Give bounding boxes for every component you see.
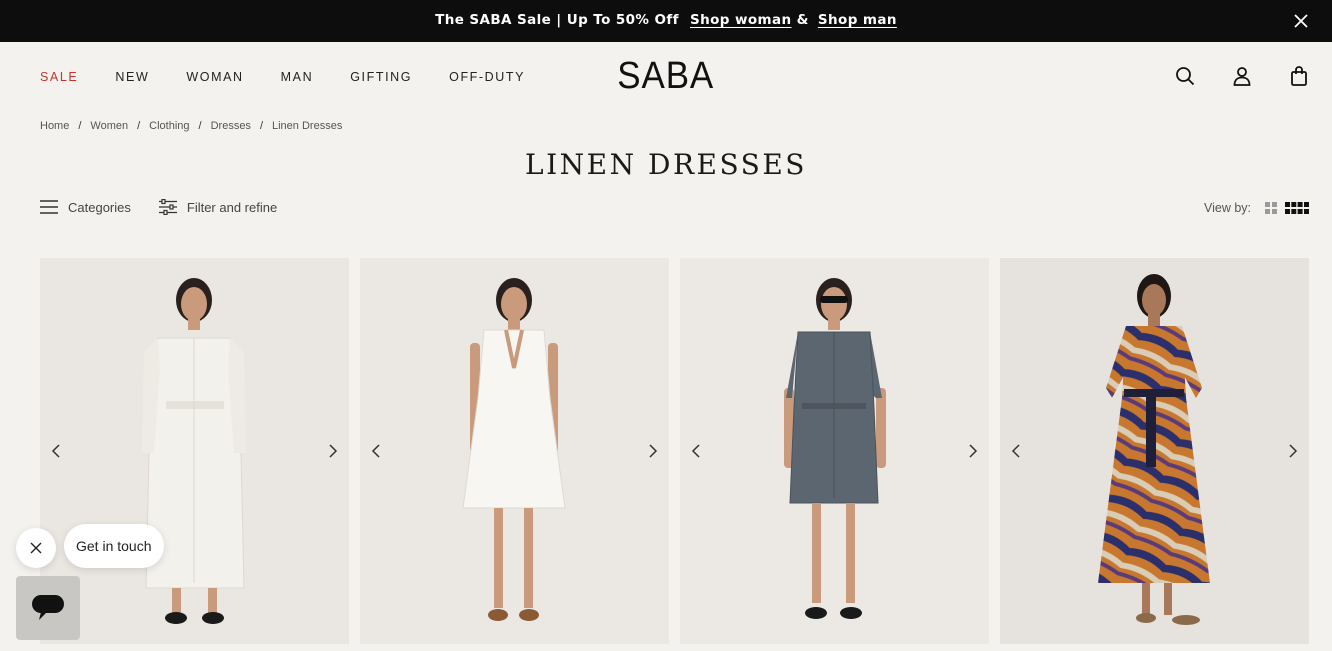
product-card[interactable] <box>1000 258 1309 644</box>
announcement-message: The SABA Sale | Up To 50% Off <box>435 12 679 28</box>
breadcrumb: Home / Women / Clothing / Dresses / Line… <box>40 120 342 132</box>
product-image-figure <box>142 278 246 624</box>
toolbar: Categories Filter and refine <box>40 199 305 215</box>
sliders-icon <box>158 199 177 215</box>
chat-launcher-button[interactable] <box>16 576 80 640</box>
bag-icon[interactable] <box>1288 65 1310 87</box>
chevron-right-icon[interactable] <box>644 443 660 459</box>
shop-man-link[interactable]: Shop man <box>818 12 897 28</box>
categories-button[interactable]: Categories <box>40 199 131 215</box>
chat-icon <box>32 595 64 620</box>
product-grid <box>40 258 1309 644</box>
breadcrumb-separator: / <box>137 120 141 132</box>
grid-4-icon[interactable] <box>1285 202 1309 214</box>
page-title: LINEN DRESSES <box>525 148 807 181</box>
logo-text: SABA <box>617 55 715 97</box>
chevron-left-icon[interactable] <box>1009 443 1025 459</box>
account-icon[interactable] <box>1231 65 1253 87</box>
product-card[interactable] <box>40 258 349 644</box>
categories-label: Categories <box>68 199 131 215</box>
search-icon[interactable] <box>1174 65 1196 87</box>
breadcrumb-clothing[interactable]: Clothing <box>149 120 189 132</box>
breadcrumb-women[interactable]: Women <box>90 120 128 132</box>
product-card[interactable] <box>680 258 989 644</box>
chevron-left-icon[interactable] <box>49 443 65 459</box>
chevron-left-icon[interactable] <box>369 443 385 459</box>
product-image-figure <box>462 278 566 621</box>
chat-bubble-label: Get in touch <box>76 538 152 554</box>
chat-dismiss-button[interactable] <box>16 528 56 568</box>
filter-label: Filter and refine <box>186 199 278 215</box>
chevron-right-icon[interactable] <box>1284 443 1300 459</box>
close-icon <box>30 542 42 554</box>
chevron-left-icon[interactable] <box>689 443 705 459</box>
filter-button[interactable]: Filter and refine <box>158 199 278 215</box>
announcement-bar: The SABA Sale | Up To 50% Off Shop woman… <box>0 0 1332 42</box>
get-in-touch-bubble[interactable]: Get in touch <box>64 524 164 568</box>
breadcrumb-separator: / <box>198 120 202 132</box>
chevron-right-icon[interactable] <box>964 443 980 459</box>
chevron-right-icon[interactable] <box>324 443 340 459</box>
grid-2-icon[interactable] <box>1265 202 1277 214</box>
saba-logo[interactable]: SABA <box>0 55 1332 98</box>
shop-woman-link[interactable]: Shop woman <box>690 12 792 28</box>
announcement-text: The SABA Sale | Up To 50% Off Shop woman… <box>0 12 1332 28</box>
product-image-figure <box>784 278 886 619</box>
breadcrumb-home[interactable]: Home <box>40 120 69 132</box>
breadcrumb-separator: / <box>78 120 82 132</box>
product-card[interactable] <box>360 258 669 644</box>
view-by-label: View by: <box>1203 201 1251 215</box>
breadcrumb-separator: / <box>259 120 263 132</box>
breadcrumb-linen-dresses: Linen Dresses <box>272 120 343 132</box>
breadcrumb-dresses[interactable]: Dresses <box>211 120 251 132</box>
product-image-figure <box>1098 274 1210 625</box>
announcement-amp: & <box>796 12 809 28</box>
header-icons <box>1174 65 1310 87</box>
close-icon[interactable] <box>1292 12 1310 30</box>
menu-icon <box>40 200 58 214</box>
view-by-control: View by: <box>1204 201 1309 215</box>
